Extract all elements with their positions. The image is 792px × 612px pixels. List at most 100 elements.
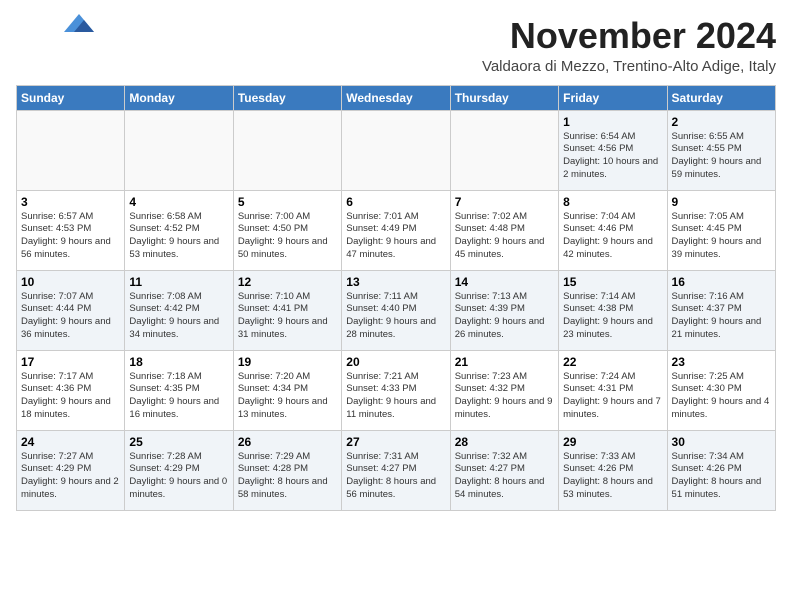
day-info: Sunrise: 7:32 AM Sunset: 4:27 PM Dayligh…: [455, 451, 554, 502]
location-subtitle: Valdaora di Mezzo, Trentino-Alto Adige, …: [482, 58, 776, 75]
day-info: Sunrise: 7:20 AM Sunset: 4:34 PM Dayligh…: [238, 371, 337, 422]
day-info: Sunrise: 7:17 AM Sunset: 4:36 PM Dayligh…: [21, 371, 120, 422]
day-number: 17: [21, 355, 120, 369]
calendar-cell: 14 Sunrise: 7:13 AM Sunset: 4:39 PM Dayli…: [450, 270, 558, 350]
calendar-cell: 8 Sunrise: 7:04 AM Sunset: 4:46 PM Daylig…: [559, 190, 667, 270]
day-number: 3: [21, 195, 120, 209]
day-info: Sunrise: 7:08 AM Sunset: 4:42 PM Dayligh…: [129, 291, 228, 342]
calendar-cell: 24 Sunrise: 7:27 AM Sunset: 4:29 PM Dayli…: [17, 430, 125, 510]
day-info: Sunrise: 7:13 AM Sunset: 4:39 PM Dayligh…: [455, 291, 554, 342]
day-info: Sunrise: 7:10 AM Sunset: 4:41 PM Dayligh…: [238, 291, 337, 342]
day-number: 21: [455, 355, 554, 369]
page-header: November 2024 Valdaora di Mezzo, Trentin…: [16, 16, 776, 75]
calendar-cell: 7Sunrise: 7:02 AM Sunset: 4:48 PM Daylig…: [450, 190, 558, 270]
weekday-header-tuesday: Tuesday: [233, 85, 341, 110]
day-number: 28: [455, 435, 554, 449]
day-info: Sunrise: 7:29 AM Sunset: 4:28 PM Dayligh…: [238, 451, 337, 502]
week-row-5: 24 Sunrise: 7:27 AM Sunset: 4:29 PM Dayli…: [17, 430, 776, 510]
week-row-2: 3 Sunrise: 6:57 AM Sunset: 4:53 PM Daylig…: [17, 190, 776, 270]
day-info: Sunrise: 7:24 AM Sunset: 4:31 PM Dayligh…: [563, 371, 662, 422]
weekday-header-sunday: Sunday: [17, 85, 125, 110]
week-row-3: 10Sunrise: 7:07 AM Sunset: 4:44 PM Dayli…: [17, 270, 776, 350]
day-info: Sunrise: 7:28 AM Sunset: 4:29 PM Dayligh…: [129, 451, 228, 502]
calendar-cell: [125, 110, 233, 190]
month-title: November 2024: [482, 16, 776, 56]
logo: [16, 16, 94, 32]
weekday-header-monday: Monday: [125, 85, 233, 110]
calendar-cell: 5Sunrise: 7:00 AM Sunset: 4:50 PM Daylig…: [233, 190, 341, 270]
day-number: 16: [672, 275, 771, 289]
day-number: 12: [238, 275, 337, 289]
calendar-cell: [17, 110, 125, 190]
calendar-cell: 16 Sunrise: 7:16 AM Sunset: 4:37 PM Dayli…: [667, 270, 775, 350]
weekday-header-friday: Friday: [559, 85, 667, 110]
calendar-cell: 10Sunrise: 7:07 AM Sunset: 4:44 PM Dayli…: [17, 270, 125, 350]
calendar-cell: 23 Sunrise: 7:25 AM Sunset: 4:30 PM Dayli…: [667, 350, 775, 430]
calendar-cell: 22 Sunrise: 7:24 AM Sunset: 4:31 PM Dayli…: [559, 350, 667, 430]
calendar-cell: 6Sunrise: 7:01 AM Sunset: 4:49 PM Daylig…: [342, 190, 450, 270]
day-number: 26: [238, 435, 337, 449]
day-number: 4: [129, 195, 228, 209]
day-number: 14: [455, 275, 554, 289]
day-info: Sunrise: 7:18 AM Sunset: 4:35 PM Dayligh…: [129, 371, 228, 422]
weekday-header-saturday: Saturday: [667, 85, 775, 110]
calendar-cell: 3 Sunrise: 6:57 AM Sunset: 4:53 PM Daylig…: [17, 190, 125, 270]
calendar-cell: 29 Sunrise: 7:33 AM Sunset: 4:26 PM Dayli…: [559, 430, 667, 510]
week-row-4: 17 Sunrise: 7:17 AM Sunset: 4:36 PM Dayli…: [17, 350, 776, 430]
day-number: 15: [563, 275, 662, 289]
calendar-cell: 12 Sunrise: 7:10 AM Sunset: 4:41 PM Dayli…: [233, 270, 341, 350]
day-number: 19: [238, 355, 337, 369]
day-info: Sunrise: 7:01 AM Sunset: 4:49 PM Dayligh…: [346, 211, 445, 262]
day-info: Sunrise: 6:54 AM Sunset: 4:56 PM Dayligh…: [563, 131, 662, 182]
day-info: Sunrise: 7:16 AM Sunset: 4:37 PM Dayligh…: [672, 291, 771, 342]
day-info: Sunrise: 7:04 AM Sunset: 4:46 PM Dayligh…: [563, 211, 662, 262]
day-number: 11: [129, 275, 228, 289]
day-info: Sunrise: 7:05 AM Sunset: 4:45 PM Dayligh…: [672, 211, 771, 262]
day-info: Sunrise: 7:33 AM Sunset: 4:26 PM Dayligh…: [563, 451, 662, 502]
calendar-table: SundayMondayTuesdayWednesdayThursdayFrid…: [16, 85, 776, 511]
day-info: Sunrise: 7:14 AM Sunset: 4:38 PM Dayligh…: [563, 291, 662, 342]
day-number: 24: [21, 435, 120, 449]
weekday-header-row: SundayMondayTuesdayWednesdayThursdayFrid…: [17, 85, 776, 110]
calendar-cell: 30Sunrise: 7:34 AM Sunset: 4:26 PM Dayli…: [667, 430, 775, 510]
day-number: 18: [129, 355, 228, 369]
day-number: 29: [563, 435, 662, 449]
calendar-cell: 11 Sunrise: 7:08 AM Sunset: 4:42 PM Dayli…: [125, 270, 233, 350]
calendar-cell: 20Sunrise: 7:21 AM Sunset: 4:33 PM Dayli…: [342, 350, 450, 430]
calendar-cell: 18 Sunrise: 7:18 AM Sunset: 4:35 PM Dayli…: [125, 350, 233, 430]
day-info: Sunrise: 6:57 AM Sunset: 4:53 PM Dayligh…: [21, 211, 120, 262]
calendar-cell: 25 Sunrise: 7:28 AM Sunset: 4:29 PM Dayli…: [125, 430, 233, 510]
day-info: Sunrise: 7:02 AM Sunset: 4:48 PM Dayligh…: [455, 211, 554, 262]
day-number: 25: [129, 435, 228, 449]
weekday-header-thursday: Thursday: [450, 85, 558, 110]
calendar-cell: [233, 110, 341, 190]
day-number: 23: [672, 355, 771, 369]
day-info: Sunrise: 7:25 AM Sunset: 4:30 PM Dayligh…: [672, 371, 771, 422]
calendar-cell: 17 Sunrise: 7:17 AM Sunset: 4:36 PM Dayli…: [17, 350, 125, 430]
calendar-cell: 26 Sunrise: 7:29 AM Sunset: 4:28 PM Dayli…: [233, 430, 341, 510]
day-info: Sunrise: 7:11 AM Sunset: 4:40 PM Dayligh…: [346, 291, 445, 342]
calendar-cell: 27 Sunrise: 7:31 AM Sunset: 4:27 PM Dayli…: [342, 430, 450, 510]
calendar-cell: 9 Sunrise: 7:05 AM Sunset: 4:45 PM Daylig…: [667, 190, 775, 270]
logo-icon: [64, 14, 94, 32]
day-info: Sunrise: 7:07 AM Sunset: 4:44 PM Dayligh…: [21, 291, 120, 342]
day-info: Sunrise: 6:58 AM Sunset: 4:52 PM Dayligh…: [129, 211, 228, 262]
day-number: 22: [563, 355, 662, 369]
title-block: November 2024 Valdaora di Mezzo, Trentin…: [482, 16, 776, 75]
week-row-1: 1 Sunrise: 6:54 AM Sunset: 4:56 PM Daylig…: [17, 110, 776, 190]
day-info: Sunrise: 7:21 AM Sunset: 4:33 PM Dayligh…: [346, 371, 445, 422]
day-number: 8: [563, 195, 662, 209]
calendar-cell: 2 Sunrise: 6:55 AM Sunset: 4:55 PM Daylig…: [667, 110, 775, 190]
day-number: 27: [346, 435, 445, 449]
day-info: Sunrise: 7:27 AM Sunset: 4:29 PM Dayligh…: [21, 451, 120, 502]
day-info: Sunrise: 6:55 AM Sunset: 4:55 PM Dayligh…: [672, 131, 771, 182]
day-number: 5: [238, 195, 337, 209]
day-number: 2: [672, 115, 771, 129]
calendar-cell: 28 Sunrise: 7:32 AM Sunset: 4:27 PM Dayli…: [450, 430, 558, 510]
day-info: Sunrise: 7:31 AM Sunset: 4:27 PM Dayligh…: [346, 451, 445, 502]
day-number: 9: [672, 195, 771, 209]
day-number: 1: [563, 115, 662, 129]
day-info: Sunrise: 7:23 AM Sunset: 4:32 PM Dayligh…: [455, 371, 554, 422]
calendar-cell: 21 Sunrise: 7:23 AM Sunset: 4:32 PM Dayli…: [450, 350, 558, 430]
calendar-cell: 4 Sunrise: 6:58 AM Sunset: 4:52 PM Daylig…: [125, 190, 233, 270]
